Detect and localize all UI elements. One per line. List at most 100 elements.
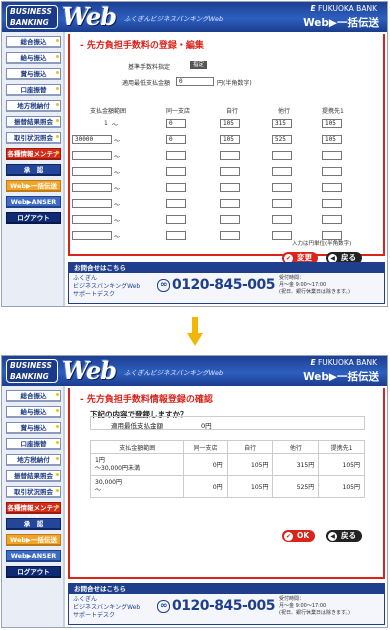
fee-own-input[interactable] [220,151,240,160]
sidebar-item-account-transfer[interactable]: 口座振替 [6,438,61,450]
sidebar-item-transfer-results[interactable]: 振替結果照会 [6,116,61,128]
fee-same-input[interactable] [166,167,186,176]
sidebar: 総合振込 給与振込 賞与振込 口座振替 地方税納付 振替結果照会 取引状況照会 … [2,386,65,627]
sidebar-item-local-tax[interactable]: 地方税納付 [6,100,61,112]
range-from-input[interactable] [72,167,112,176]
sidebar-item-approval[interactable]: 承 認 [6,164,61,176]
sidebar-item-maintenance[interactable]: 各種情報メンテナンス [6,148,61,168]
col-same-branch: 同一支店 [166,108,191,115]
sidebar-item-web-transmission[interactable]: Web▶一括伝送 [6,180,61,192]
fee-other-input[interactable] [272,215,292,224]
sidebar-item-maintenance[interactable]: 各種情報メンテナンス [6,502,61,522]
support-hours: 受付時間： 月～金 9:00～17:00 (祝日、銀行休業日は除きます。) [279,275,350,295]
min-amount-row: 適用最低支払金額 0円 [90,416,365,430]
support-phone: ∞ 0120-845-005 [157,277,276,293]
range-from-input[interactable] [72,183,112,192]
page-title: 先方負担手数料情報登録の確認 [70,388,383,407]
ok-button[interactable]: ✔ OK [282,530,316,542]
sidebar-item-web-anser[interactable]: Web▶ANSER [6,196,61,208]
sidebar-item-logout[interactable]: ログアウト [6,212,61,224]
sidebar-item-approval[interactable]: 承 認 [6,518,61,530]
fee-table: 支払金額範囲 同一支店 自行 他行 提携先1 1円 ～30,000円未満 0円 … [89,440,365,498]
col-partner: 提携先1 [322,108,344,115]
sidebar-item-salary-transfer[interactable]: 給与振込 [6,52,61,64]
sidebar-item-general-transfer[interactable]: 総合振込 [6,36,61,48]
fee-same-input[interactable] [166,215,186,224]
fee-other-input[interactable] [272,231,292,240]
fee-own-input[interactable] [220,215,240,224]
basic-fee-badge: 指定 [190,61,208,69]
sidebar-item-general-transfer[interactable]: 総合振込 [6,390,61,402]
sidebar-item-local-tax[interactable]: 地方税納付 [6,454,61,466]
sidebar-item-bonus-transfer[interactable]: 賞与振込 [6,422,61,434]
fee-other-input[interactable] [272,151,292,160]
header-banner: BUSINESS BANKING Web ふくぎんビジネスバンキングWeb E … [2,2,387,32]
sidebar-item-logout[interactable]: ログアウト [6,566,61,578]
support-hours: 受付時間： 月～金 9:00～17:00 (祝日、銀行休業日は除きます。) [279,596,350,616]
range-from-input[interactable] [72,151,112,160]
min-amount-label: 適用最低支払金額 [122,80,171,87]
range-separator: ～ [112,122,119,129]
col-own-bank: 自行 [226,108,239,115]
fee-partner-input[interactable]: 105 [322,135,342,144]
fee-partner-input[interactable]: 105 [322,119,342,128]
range-from-input[interactable] [72,215,112,224]
range-from-input[interactable] [72,231,112,240]
sidebar-item-transaction-status[interactable]: 取引状況照会 [6,132,61,144]
fee-partner-input[interactable] [322,199,342,208]
support-phone: ∞ 0120-845-005 [157,598,276,614]
sidebar-item-web-transmission[interactable]: Web▶一括伝送 [6,534,61,546]
contact-box: お問合せはこちら ふくぎん ビジネスバンキングWeb サポートデスク ∞ 0120… [68,583,385,625]
sidebar-item-account-transfer[interactable]: 口座振替 [6,84,61,96]
table-row: 1円 ～30,000円未満 0円 105円 315円 105円 [89,453,365,476]
sidebar-item-web-anser[interactable]: Web▶ANSER [6,550,61,562]
sidebar-item-salary-transfer[interactable]: 給与振込 [6,406,61,418]
fee-same-input[interactable] [166,199,186,208]
fee-own-input[interactable]: 105 [220,135,240,144]
fee-partner-input[interactable] [322,167,342,176]
range-from-fixed: 1 [104,120,108,127]
col-range: 支払金額範囲 [90,108,127,115]
freedial-icon: ∞ [157,279,170,292]
basic-fee-label: 基準手数料指定 [128,64,171,71]
fee-own-input[interactable] [220,231,240,240]
web-logo: Web [62,356,117,385]
fee-same-input[interactable]: 0 [166,135,186,144]
check-icon: ✔ [284,531,293,541]
input-note: 入力は円単位(半角数字) [292,241,352,247]
fee-other-input[interactable] [272,167,292,176]
min-amount-hint: 円(半角数字) [217,80,252,87]
fee-partner-input[interactable] [322,151,342,160]
table-row: 30,000円 ～ 0円 105円 525円 105円 [89,475,365,498]
fee-same-input[interactable] [166,183,186,192]
sidebar: 総合振込 給与振込 賞与振込 口座振替 地方税納付 振替結果照会 取引状況照会 … [2,32,65,306]
sidebar-item-transaction-status[interactable]: 取引状況照会 [6,486,61,498]
col-other-bank: 他行 [278,108,291,115]
fee-other-input[interactable] [272,183,292,192]
back-button[interactable]: ◀ 戻る [326,530,362,542]
range-from-input[interactable]: 30000 [72,135,112,144]
fee-own-input[interactable] [220,167,240,176]
down-arrow-icon [187,317,203,346]
sidebar-item-transfer-results[interactable]: 振替結果照会 [6,470,61,482]
fee-same-input[interactable] [166,151,186,160]
fee-own-input[interactable] [220,183,240,192]
fee-partner-input[interactable] [322,183,342,192]
fee-other-input[interactable]: 315 [272,119,292,128]
product-name: Web▶一括伝送 [303,371,379,383]
fee-other-input[interactable] [272,199,292,208]
fee-own-input[interactable]: 105 [220,119,240,128]
main-panel: 先方負担手数料情報登録の確認 下記の内容で登録しますか？ 適用最低支払金額 0円… [68,388,385,579]
bank-name: E FUKUOKA BANK [310,4,377,13]
fee-same-input[interactable]: 0 [166,119,186,128]
range-from-input[interactable] [72,199,112,208]
fee-own-input[interactable] [220,199,240,208]
fee-same-input[interactable] [166,231,186,240]
sidebar-item-bonus-transfer[interactable]: 賞与振込 [6,68,61,80]
back-arrow-icon: ◀ [328,531,337,541]
page-title: 先方負担手数料の登録・編集 [70,34,383,53]
fee-partner-input[interactable] [322,215,342,224]
min-amount-input[interactable]: 0 [176,77,214,86]
business-banking-logo: BUSINESS BANKING [6,359,58,383]
fee-other-input[interactable]: 525 [272,135,292,144]
